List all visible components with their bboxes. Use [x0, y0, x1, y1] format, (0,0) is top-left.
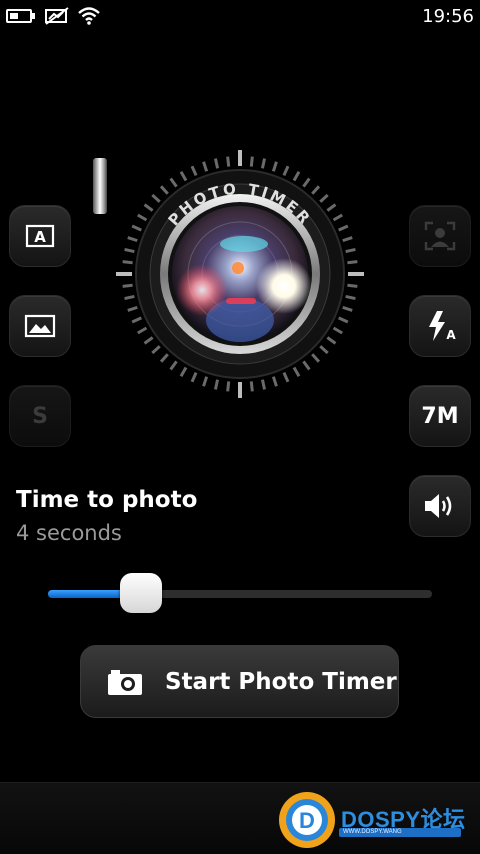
dial-tick — [271, 376, 278, 387]
dial-tick — [124, 247, 135, 254]
dial-tick — [159, 353, 169, 363]
scene-mode-icon: S — [32, 403, 48, 429]
lens-graphic: PHOTO TIMER — [116, 150, 364, 398]
dial-tick — [311, 353, 321, 363]
dial-tick — [131, 316, 142, 324]
dial-tick — [124, 294, 135, 301]
dial-tick — [347, 260, 358, 265]
face-detection-button[interactable] — [409, 205, 471, 267]
dial-tick — [347, 283, 358, 288]
dial-tick — [202, 376, 209, 387]
watermark-subtext: WWW.DOSPY.WANG — [339, 828, 461, 837]
slider-thumb[interactable] — [119, 573, 162, 613]
dial-tick — [260, 379, 267, 390]
dial-tick — [342, 236, 353, 243]
dial-tick — [213, 158, 220, 169]
time-to-photo-value: 4 seconds — [16, 521, 122, 545]
dial-tick — [151, 193, 161, 203]
dial-tick — [282, 372, 290, 383]
dial-tick — [342, 305, 353, 312]
timer-lever — [93, 158, 107, 214]
dial-tick — [292, 171, 301, 182]
clock: 19:56 — [422, 6, 474, 27]
dial-tick — [302, 177, 311, 188]
dial-tick — [319, 193, 329, 203]
dial-tick — [311, 185, 321, 195]
dial-tick — [179, 171, 188, 182]
status-bar: 19:56 — [0, 0, 480, 34]
flash-auto-icon: A — [429, 311, 456, 342]
dial-tick — [151, 345, 161, 355]
dial-tick — [332, 213, 343, 222]
auto-mode-icon: A — [25, 224, 55, 248]
status-icons — [6, 7, 100, 25]
dial-tick — [122, 260, 133, 265]
wifi-icon — [78, 7, 100, 25]
start-photo-timer-label: Start Photo Timer — [165, 668, 397, 695]
dial-tick — [292, 366, 301, 377]
dial-tick — [137, 213, 148, 222]
dial-tick — [159, 185, 169, 195]
start-photo-timer-button[interactable]: Start Photo Timer — [80, 645, 399, 718]
dial-tick — [190, 165, 198, 176]
auto-mode-button[interactable]: A — [9, 205, 71, 267]
dial-tick — [143, 336, 154, 345]
dial-tick — [179, 366, 188, 377]
camera-icon — [108, 669, 142, 695]
volume-icon — [425, 494, 452, 518]
resolution-button[interactable]: 7M — [409, 385, 471, 447]
battery-icon — [6, 9, 35, 23]
dial-tick — [213, 379, 220, 390]
dial-tick — [169, 360, 178, 371]
scene-mode-button[interactable]: S — [9, 385, 71, 447]
dial-tick — [326, 203, 337, 212]
dial-tick — [127, 305, 138, 312]
watermark-logo: D DOSPY论坛 WWW.DOSPY.WANG — [277, 790, 477, 852]
dial-tick — [249, 381, 254, 392]
dial-tick — [326, 336, 337, 345]
flash-button[interactable]: A — [409, 295, 471, 357]
dial-tick — [332, 326, 343, 335]
dial-tick — [127, 236, 138, 243]
dial-tick — [302, 360, 311, 371]
auto-mode-glyph: A — [34, 228, 46, 246]
mobile-data-off-icon — [45, 7, 69, 25]
svg-text:D: D — [299, 808, 315, 833]
dial-tick — [190, 372, 198, 383]
dial-tick — [345, 247, 356, 254]
dial-tick — [345, 294, 356, 301]
dial-tick — [226, 156, 231, 167]
dial-tick — [319, 345, 329, 355]
dial-tick — [122, 283, 133, 288]
dial-tick — [271, 161, 278, 172]
dial-tick — [169, 177, 178, 188]
svg-text:A: A — [446, 328, 456, 342]
dial-tick — [137, 326, 148, 335]
face-detection-icon — [424, 221, 456, 251]
dial-tick — [131, 224, 142, 232]
dial-tick — [143, 203, 154, 212]
gallery-icon — [24, 314, 56, 338]
dial-tick — [338, 316, 349, 324]
volume-button[interactable] — [409, 475, 471, 537]
dial-tick — [338, 224, 349, 232]
photo-timer-lens: PHOTO TIMER — [114, 148, 366, 400]
time-to-photo-title: Time to photo — [16, 487, 198, 513]
resolution-label: 7M — [421, 403, 459, 429]
dospy-logo-icon: D — [279, 792, 335, 848]
timer-slider[interactable] — [48, 573, 432, 613]
dial-tick — [226, 381, 231, 392]
gallery-button[interactable] — [9, 295, 71, 357]
dial-tick — [282, 165, 290, 176]
dial-tick — [260, 158, 267, 169]
dial-tick — [202, 161, 209, 172]
dial-tick — [249, 156, 254, 167]
